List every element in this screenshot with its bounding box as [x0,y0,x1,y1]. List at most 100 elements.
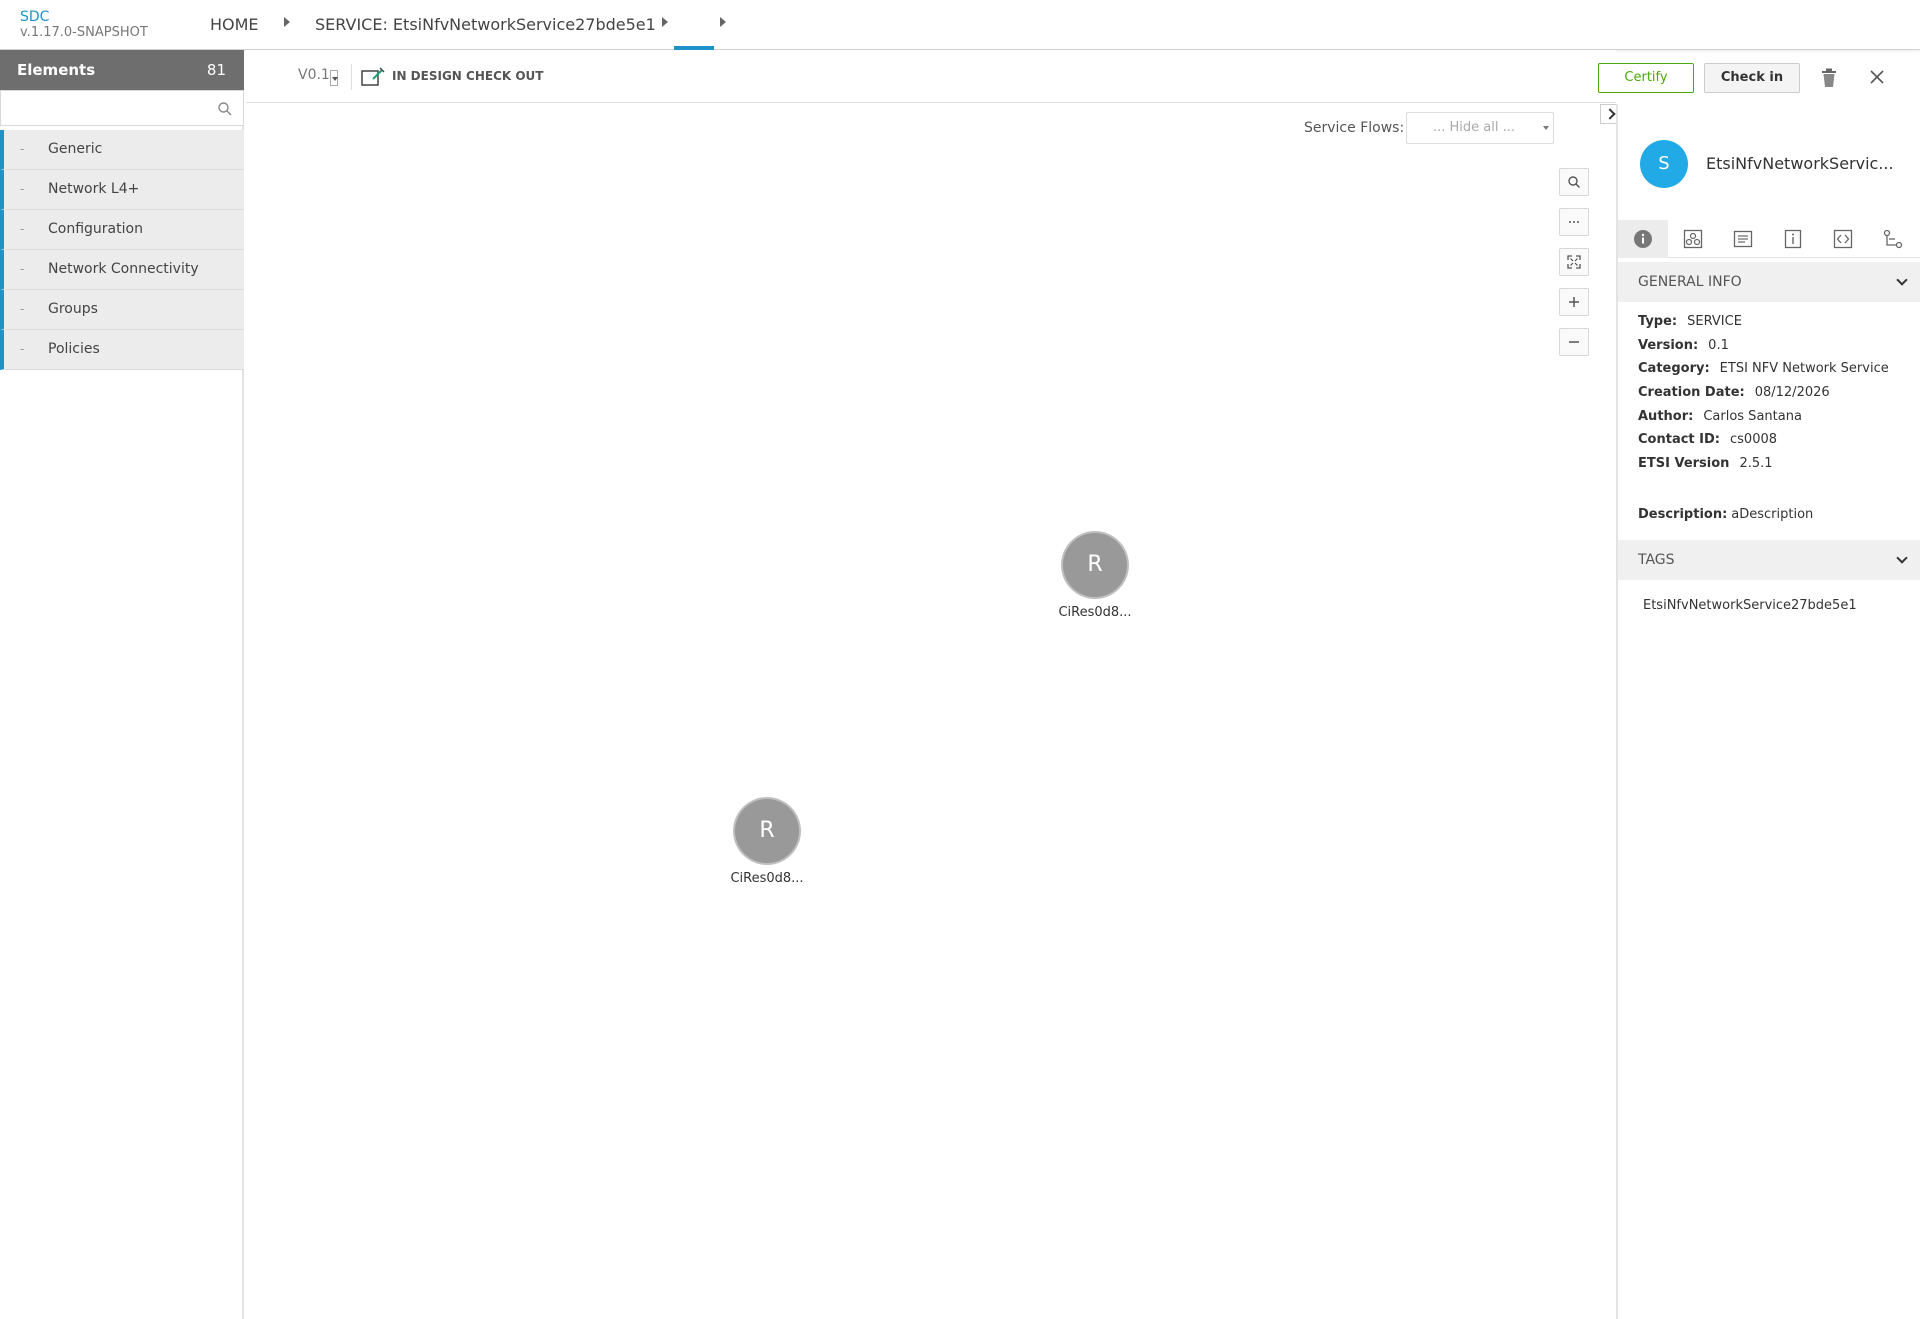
composition-canvas[interactable]: Service Flows: ... Hide all ... R CiRes0… [246,104,1616,1319]
info-icon [1634,230,1652,248]
elements-search [0,90,244,126]
info-value: aDescription [1731,507,1814,522]
info-key: Description: [1638,507,1728,522]
zoom-out-icon [1569,341,1579,343]
general-info-header[interactable]: GENERAL INFO [1618,262,1920,302]
version-select[interactable]: V0.1 [298,67,330,83]
app-name: SDC [20,9,50,25]
search-icon [1568,176,1580,188]
info-key: Type: [1638,314,1678,329]
breadcrumb-arrow-icon[interactable] [720,17,726,27]
chevron-down-icon [1896,274,1908,286]
canvas-search-button[interactable] [1559,168,1589,196]
elements-header: Elements 81 [0,50,244,90]
trash-icon[interactable] [1820,68,1838,88]
info-key: ETSI Version [1638,456,1730,471]
more-icon [1569,221,1579,223]
info-type: Type: SERVICE [1638,314,1742,329]
tab-composition[interactable] [1668,220,1718,258]
brand[interactable]: SDC v.1.17.0-SNAPSHOT [20,9,148,41]
collapse-dash-icon: - [20,342,25,356]
tab-relations[interactable] [1868,220,1918,258]
general-info-title: GENERAL INFO [1638,274,1742,290]
breadcrumb-service[interactable]: SERVICE: EtsiNfvNetworkService27bde5e1 [315,15,656,34]
info-value: 08/12/2026 [1754,385,1830,400]
breadcrumb-arrow-icon[interactable] [662,17,668,27]
info-value: 2.5.1 [1739,456,1773,471]
node-icon[interactable]: R [735,799,799,863]
tag-item: EtsiNfvNetworkService27bde5e1 [1643,598,1857,613]
info-key: Author: [1638,409,1694,424]
chevron-down-icon [1543,126,1549,130]
lifecycle-status: IN DESIGN CHECK OUT [392,69,544,83]
collapse-dash-icon: - [20,302,25,316]
service-flows-value: ... Hide all ... [1433,120,1516,135]
checkout-status-icon [361,67,385,86]
info-key: Category: [1638,361,1710,376]
relations-icon [1883,229,1903,249]
info-value: SERVICE [1687,314,1742,329]
category-network-l4[interactable]: - Network L4+ [0,170,244,210]
tab-general-info[interactable] [1618,220,1668,258]
category-generic[interactable]: - Generic [0,130,244,170]
info-creation-date: Creation Date: 08/12/2026 [1638,385,1830,400]
checkin-button[interactable]: Check in [1704,63,1800,93]
canvas-more-button[interactable] [1559,208,1589,236]
category-configuration[interactable]: - Configuration [0,210,244,250]
info-category: Category: ETSI NFV Network Service [1638,361,1889,376]
node-label: CiRes0d8... [730,871,804,886]
elements-search-input[interactable] [1,91,201,125]
collapse-dash-icon: - [20,142,25,156]
category-groups[interactable]: - Groups [0,290,244,330]
chevron-down-icon [1896,552,1908,564]
collapse-dash-icon: - [20,262,25,276]
zoom-in-icon [1569,297,1579,307]
info-contact-id: Contact ID: cs0008 [1638,432,1777,447]
elements-palette: Elements 81 - Generic - Network L4+ - Co… [0,50,244,1319]
tab-api[interactable] [1818,220,1868,258]
artifacts-icon [1733,230,1753,248]
category-label: Generic [48,141,103,157]
info-value: ETSI NFV Network Service [1719,361,1889,376]
info-value: Carlos Santana [1703,409,1802,424]
canvas-fit-button[interactable] [1559,248,1589,276]
breadcrumb-home[interactable]: HOME [210,15,259,34]
close-icon[interactable] [1868,68,1886,86]
fit-icon [1567,255,1581,269]
search-icon[interactable] [217,101,233,117]
category-label: Policies [48,341,100,357]
toolbar-divider [351,64,352,90]
category-label: Network L4+ [48,181,140,197]
info-author: Author: Carlos Santana [1638,409,1802,424]
service-avatar: S [1640,140,1688,188]
tags-header[interactable]: TAGS [1618,540,1920,580]
tab-properties[interactable] [1768,220,1818,258]
zoom-in-button[interactable] [1559,288,1589,316]
collapse-dash-icon: - [20,222,25,236]
elements-title: Elements [17,61,96,79]
category-list: - Generic - Network L4+ - Configuration … [0,130,244,370]
elements-count: 81 [206,61,226,79]
category-label: Groups [48,301,98,317]
info-key: Version: [1638,338,1699,353]
certify-button[interactable]: Certify [1598,63,1694,93]
service-flows-select[interactable]: ... Hide all ... [1406,112,1554,144]
service-name: EtsiNfvNetworkServic... [1706,154,1894,173]
category-policies[interactable]: - Policies [0,330,244,370]
api-icon [1833,229,1853,249]
tags-title: TAGS [1638,552,1675,568]
info-value: 0.1 [1708,338,1729,353]
properties-icon [1784,229,1802,249]
version-dropdown-icon[interactable] [330,70,338,86]
workspace-toolbar: V0.1 IN DESIGN CHECK OUT Certify Check i… [246,50,1884,103]
details-panel: S EtsiNfvNetworkServic... GENERAL INFO T… [1616,104,1920,1319]
node-icon[interactable]: R [1063,533,1127,597]
top-header: SDC v.1.17.0-SNAPSHOT HOME SERVICE: Etsi… [0,0,1920,50]
info-version: Version: 0.1 [1638,338,1729,353]
breadcrumb-arrow-icon[interactable] [284,17,290,27]
tab-artifacts[interactable] [1718,220,1768,258]
panel-tabs [1618,220,1920,258]
category-label: Network Connectivity [48,261,199,277]
zoom-out-button[interactable] [1559,328,1589,356]
category-network-connectivity[interactable]: - Network Connectivity [0,250,244,290]
